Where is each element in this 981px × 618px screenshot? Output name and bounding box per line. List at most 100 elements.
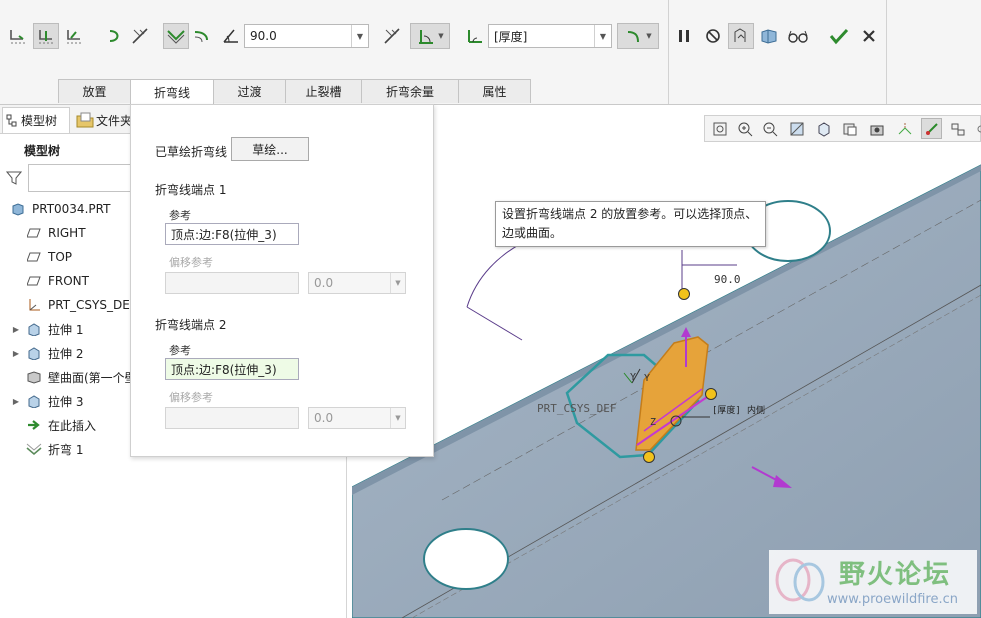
part-icon <box>10 201 26 217</box>
expand-arrow-icon[interactable]: ▶ <box>10 325 22 334</box>
tree-item[interactable]: ▶ 拉伸 3 <box>0 390 84 412</box>
datum-display-icon[interactable] <box>894 118 915 139</box>
tab-properties[interactable]: 属性 <box>458 79 531 103</box>
tab-placement[interactable]: 放置 <box>58 79 131 103</box>
verify-mode-icon[interactable] <box>756 23 782 49</box>
expand-arrow-icon[interactable]: ▶ <box>10 397 22 406</box>
tree-item[interactable]: RIGHT <box>0 222 86 244</box>
tab-bend-line[interactable]: 折弯线 <box>130 79 214 105</box>
hole <box>423 528 509 590</box>
tree-item-label: RIGHT <box>48 226 86 240</box>
inner-tag: 内侧 <box>747 404 765 416</box>
tab-model-tree[interactable]: 模型树 <box>2 107 70 133</box>
thickness-value: [厚度] <box>494 29 528 44</box>
refit-icon[interactable] <box>709 118 730 139</box>
watermark: 野火论坛 www.proewildfire.cn <box>769 550 977 614</box>
endpoint2-offset-ref-field[interactable] <box>165 407 299 429</box>
radius-type-icon[interactable]: ▼ <box>410 23 450 49</box>
confirm-check-icon[interactable] <box>826 23 852 49</box>
tree-item[interactable]: ▶ 拉伸 2 <box>0 342 84 364</box>
tree-item[interactable]: PRT0034.PRT <box>0 198 110 220</box>
endpoint1-offset-ref-field[interactable] <box>165 272 299 294</box>
axis-z-label: Z <box>650 417 656 428</box>
repaint-icon[interactable] <box>786 118 807 139</box>
annotation-display-icon[interactable] <box>921 118 942 139</box>
tree-item[interactable]: ▶ 拉伸 1 <box>0 318 84 340</box>
filter-input[interactable] <box>28 164 134 192</box>
folder-icon <box>74 112 96 128</box>
tree-item-label: PRT0034.PRT <box>32 202 111 216</box>
tooltip-line: 边或曲面。 <box>502 226 563 240</box>
angle-icon <box>218 23 244 49</box>
flip-angle-icon[interactable] <box>379 23 405 49</box>
tree-item[interactable]: 折弯 1 <box>0 438 83 460</box>
bend-fold-icon[interactable] <box>163 23 189 49</box>
radius-icon <box>462 23 488 49</box>
bend-both-icon[interactable] <box>33 23 59 49</box>
tab-transition[interactable]: 过渡 <box>213 79 286 103</box>
dimension-line <box>466 306 523 341</box>
extrude-icon <box>26 393 42 409</box>
expand-arrow-icon[interactable]: ▶ <box>10 349 22 358</box>
dashboard-tabs: 放置 折弯线 过渡 止裂槽 折弯余量 属性 <box>58 79 531 105</box>
extrude-icon <box>26 345 42 361</box>
chevron-down-icon[interactable]: ▼ <box>390 408 405 428</box>
radius-side-icon[interactable]: ▼ <box>617 23 659 49</box>
cancel-close-icon[interactable] <box>856 23 882 49</box>
tab-model-tree-label: 模型树 <box>21 114 58 128</box>
chevron-down-icon[interactable]: ▼ <box>594 25 611 47</box>
more-icon[interactable] <box>970 118 981 139</box>
no-preview-icon[interactable] <box>700 23 726 49</box>
pause-icon[interactable] <box>671 23 697 49</box>
view-manager-icon[interactable] <box>866 118 887 139</box>
separator <box>886 0 887 104</box>
endpoint-handle <box>643 451 655 463</box>
roll-bend-icon[interactable] <box>189 23 215 49</box>
bend-icon <box>26 441 42 457</box>
endpoint2-offset-value[interactable]: 0.0 ▼ <box>308 407 406 429</box>
tree-item[interactable]: FRONT <box>0 270 89 292</box>
sketch-button[interactable]: 草绘... <box>231 137 309 161</box>
endpoint1-ref-field[interactable]: 顶点:边:F8(拉伸_3) <box>165 223 299 245</box>
thickness-combo[interactable]: [厚度] ▼ <box>488 24 612 48</box>
endpoint1-offset-value[interactable]: 0.0 ▼ <box>308 272 406 294</box>
model-tree-header: 模型树 <box>24 144 61 158</box>
tree-item[interactable]: 在此插入 <box>0 414 96 436</box>
tree-item-label: 拉伸 1 <box>48 322 84 337</box>
wall-icon <box>26 369 42 385</box>
chevron-down-icon[interactable]: ▼ <box>390 273 405 293</box>
bend-side-icon[interactable] <box>61 23 87 49</box>
graphics-toolbar <box>704 115 981 142</box>
tree-item[interactable]: TOP <box>0 246 72 268</box>
zoom-in-icon[interactable] <box>734 118 755 139</box>
filter-icon[interactable] <box>5 170 23 189</box>
tooltip-line: 设置折弯线端点 2 的放置参考。可以选择顶点、 <box>502 207 758 221</box>
graphics-viewport[interactable]: 90.0 Y Y Z PRT_CSYS_DEF [厚度] 内侧 <box>352 105 981 618</box>
endpoint1-offset-label: 偏移参考 <box>169 256 213 269</box>
bend-type-icon[interactable] <box>103 23 129 49</box>
endpoint2-ref-field[interactable]: 顶点:边:F8(拉伸_3) <box>165 358 299 380</box>
endpoint-handle <box>678 288 690 300</box>
zoom-out-icon[interactable] <box>759 118 780 139</box>
glasses-icon[interactable] <box>785 23 811 49</box>
bend-line-panel: 已草绘折弯线 草绘... 折弯线端点 1 参考 顶点:边:F8(拉伸_3) 偏移… <box>130 104 434 457</box>
watermark-logo-icon <box>775 558 825 602</box>
flip-direction-icon[interactable] <box>127 23 153 49</box>
preview-icon[interactable] <box>728 23 754 49</box>
thickness-tag: [厚度] <box>712 404 741 416</box>
saved-views-icon[interactable] <box>839 118 860 139</box>
tab-relief[interactable]: 止裂槽 <box>285 79 362 103</box>
tree-item[interactable]: PRT_CSYS_DEF <box>0 294 137 316</box>
spin-center-icon[interactable] <box>947 118 968 139</box>
axis-y-label: Y <box>630 372 636 383</box>
chevron-down-icon[interactable]: ▼ <box>351 25 368 47</box>
tree-item[interactable]: 壁曲面(第一个壁 <box>0 366 137 388</box>
flat-bend-icon[interactable] <box>5 23 31 49</box>
endpoint2-offset-label: 偏移参考 <box>169 391 213 404</box>
endpoint2-ref-label: 参考 <box>169 344 191 357</box>
separator <box>668 0 669 104</box>
angle-combo[interactable]: 90.0 ▼ <box>244 24 369 48</box>
watermark-url: www.proewildfire.cn <box>827 592 958 607</box>
tab-bend-allowance[interactable]: 折弯余量 <box>361 79 459 103</box>
display-style-icon[interactable] <box>813 118 834 139</box>
